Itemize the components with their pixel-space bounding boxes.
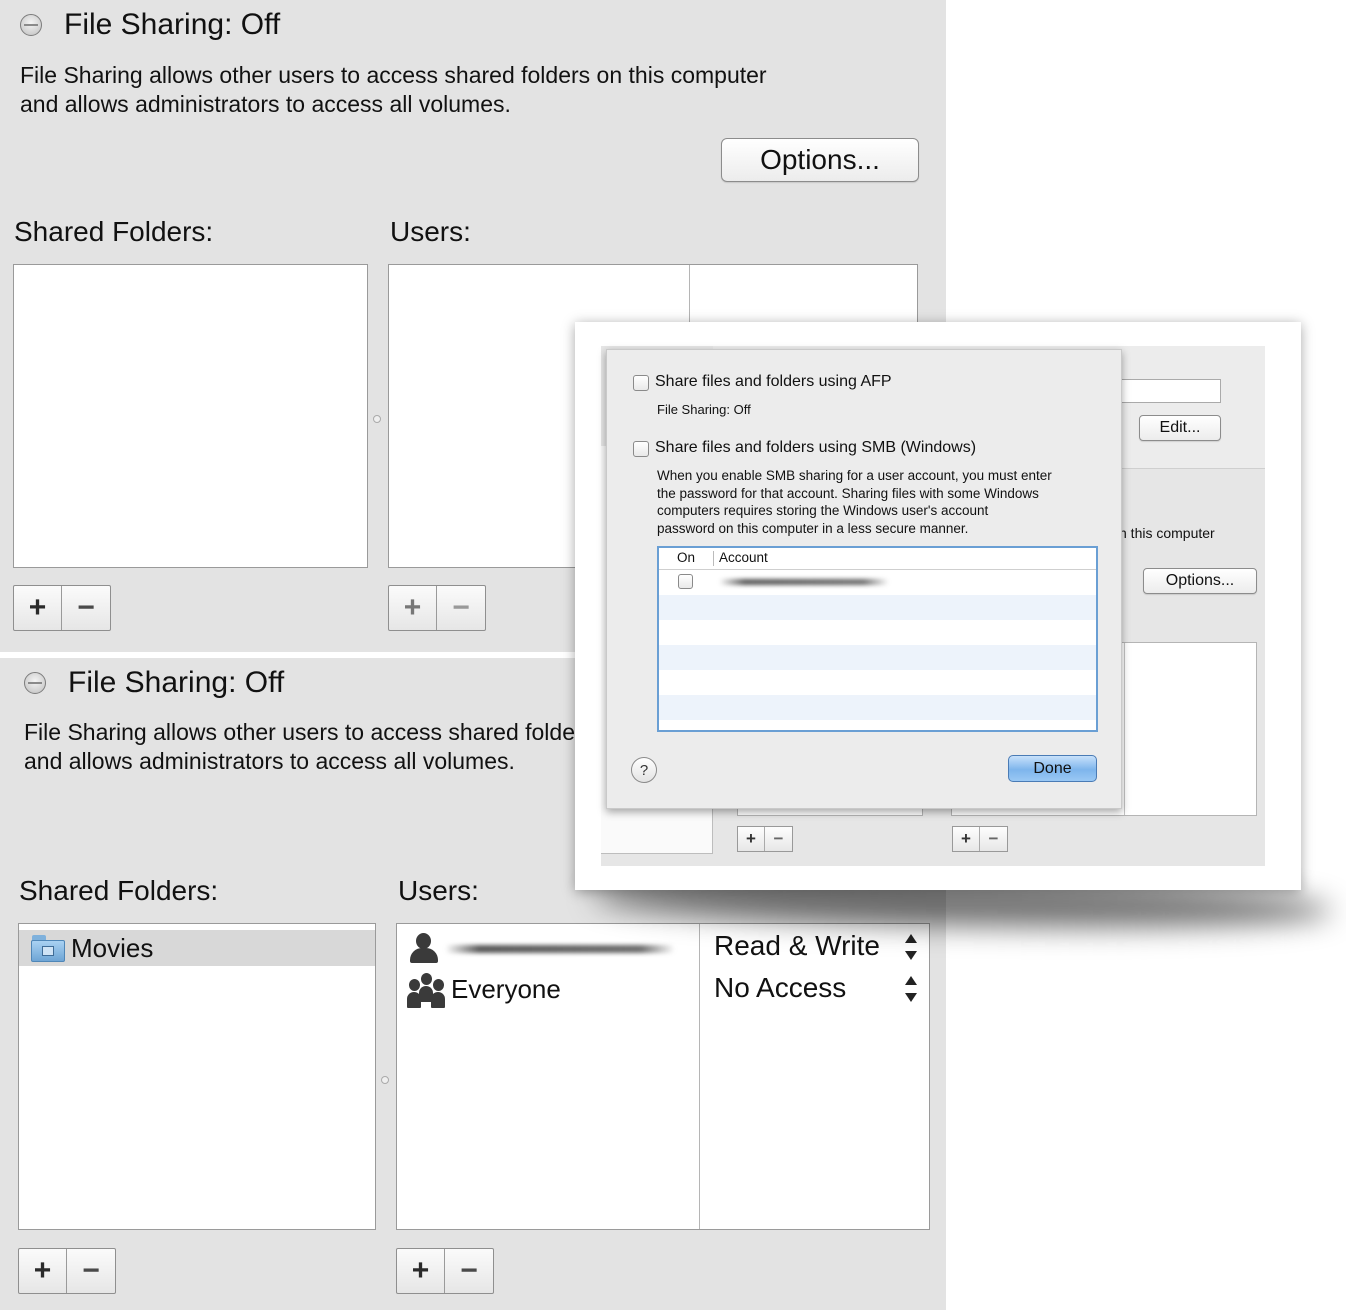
computer-name-field[interactable]	[1121, 379, 1221, 403]
person-icon	[407, 933, 441, 965]
remove-user-button[interactable]: −	[437, 586, 485, 630]
done-button[interactable]: Done	[1008, 755, 1097, 782]
file-sharing-status-title: File Sharing: Off	[68, 666, 285, 699]
file-sharing-options-sheet: Share files and folders using AFP File S…	[606, 349, 1122, 809]
shared-folders-list[interactable]	[13, 264, 368, 568]
afp-option-label: Share files and folders using AFP	[655, 373, 892, 390]
permission-popup[interactable]: No Access	[714, 972, 846, 1004]
table-row[interactable]	[659, 570, 1096, 595]
edit-button[interactable]: Edit...	[1139, 415, 1221, 441]
redacted-user-name	[445, 945, 675, 953]
smb-description: When you enable SMB sharing for a user a…	[657, 468, 1052, 536]
user-add-remove-control: + −	[952, 826, 1008, 852]
folder-add-remove-control: + −	[737, 826, 793, 852]
table-row	[659, 695, 1096, 720]
status-indicator-icon	[24, 672, 46, 694]
column-header-on[interactable]: On	[677, 550, 695, 565]
users-label: Users:	[398, 875, 479, 906]
smb-option-label: Share files and folders using SMB (Windo…	[655, 439, 977, 456]
redacted-account-name	[719, 579, 889, 585]
shared-folders-label: Shared Folders:	[14, 216, 214, 247]
afp-status-text: File Sharing: Off	[657, 402, 751, 417]
add-folder-button[interactable]: +	[14, 586, 62, 630]
splitter-handle[interactable]	[381, 1076, 389, 1084]
table-row	[659, 595, 1096, 620]
user-add-remove-control: + −	[396, 1248, 494, 1294]
splitter-handle[interactable]	[373, 415, 381, 423]
permission-popup[interactable]: Read & Write	[714, 930, 880, 962]
account-enable-checkbox[interactable]	[678, 574, 693, 589]
file-sharing-description: File Sharing allows other users to acces…	[20, 62, 767, 117]
remove-folder-button[interactable]: −	[62, 586, 110, 630]
remove-folder-button[interactable]: −	[67, 1249, 115, 1293]
group-icon	[407, 973, 445, 1008]
movies-folder-icon	[31, 934, 65, 962]
column-divider	[699, 924, 700, 1229]
options-button[interactable]: Options...	[721, 138, 919, 182]
popup-arrows-icon[interactable]	[904, 932, 918, 962]
options-screenshot-overlay: Edit... n this computer Options... + − +…	[575, 322, 1301, 890]
folder-add-remove-control: + −	[13, 585, 111, 631]
smb-accounts-table[interactable]: On Account	[657, 546, 1098, 732]
folder-add-remove-control: + −	[18, 1248, 116, 1294]
table-header: On Account	[659, 548, 1096, 570]
afp-checkbox[interactable]	[633, 375, 649, 391]
shared-folder-row[interactable]: Movies	[19, 930, 375, 966]
options-button[interactable]: Options...	[1143, 568, 1257, 594]
smb-checkbox[interactable]	[633, 441, 649, 457]
help-button[interactable]: ?	[631, 757, 657, 783]
remove-user-button[interactable]: −	[980, 827, 1007, 851]
file-sharing-status-title: File Sharing: Off	[64, 8, 281, 41]
add-user-button[interactable]: +	[397, 1249, 445, 1293]
add-folder-button[interactable]: +	[738, 827, 765, 851]
shared-folders-list[interactable]: Movies	[18, 923, 376, 1230]
add-user-button[interactable]: +	[953, 827, 980, 851]
table-row	[659, 670, 1096, 695]
remove-user-button[interactable]: −	[445, 1249, 493, 1293]
table-row	[659, 620, 1096, 645]
folder-name: Movies	[71, 932, 154, 963]
column-header-account[interactable]: Account	[719, 550, 768, 565]
popup-arrows-icon[interactable]	[904, 974, 918, 1004]
add-folder-button[interactable]: +	[19, 1249, 67, 1293]
remove-folder-button[interactable]: −	[765, 827, 792, 851]
user-name: Everyone	[451, 973, 561, 1004]
table-row	[659, 645, 1096, 670]
status-indicator-icon	[20, 14, 42, 36]
user-row[interactable]: Everyone	[407, 969, 561, 1009]
users-list[interactable]: Everyone	[396, 923, 930, 1230]
shared-folders-label: Shared Folders:	[19, 875, 219, 906]
add-user-button[interactable]: +	[389, 586, 437, 630]
background-description-fragment: n this computer	[1119, 525, 1215, 541]
user-row[interactable]	[407, 929, 675, 969]
users-label: Users:	[390, 216, 471, 247]
user-add-remove-control: + −	[388, 585, 486, 631]
